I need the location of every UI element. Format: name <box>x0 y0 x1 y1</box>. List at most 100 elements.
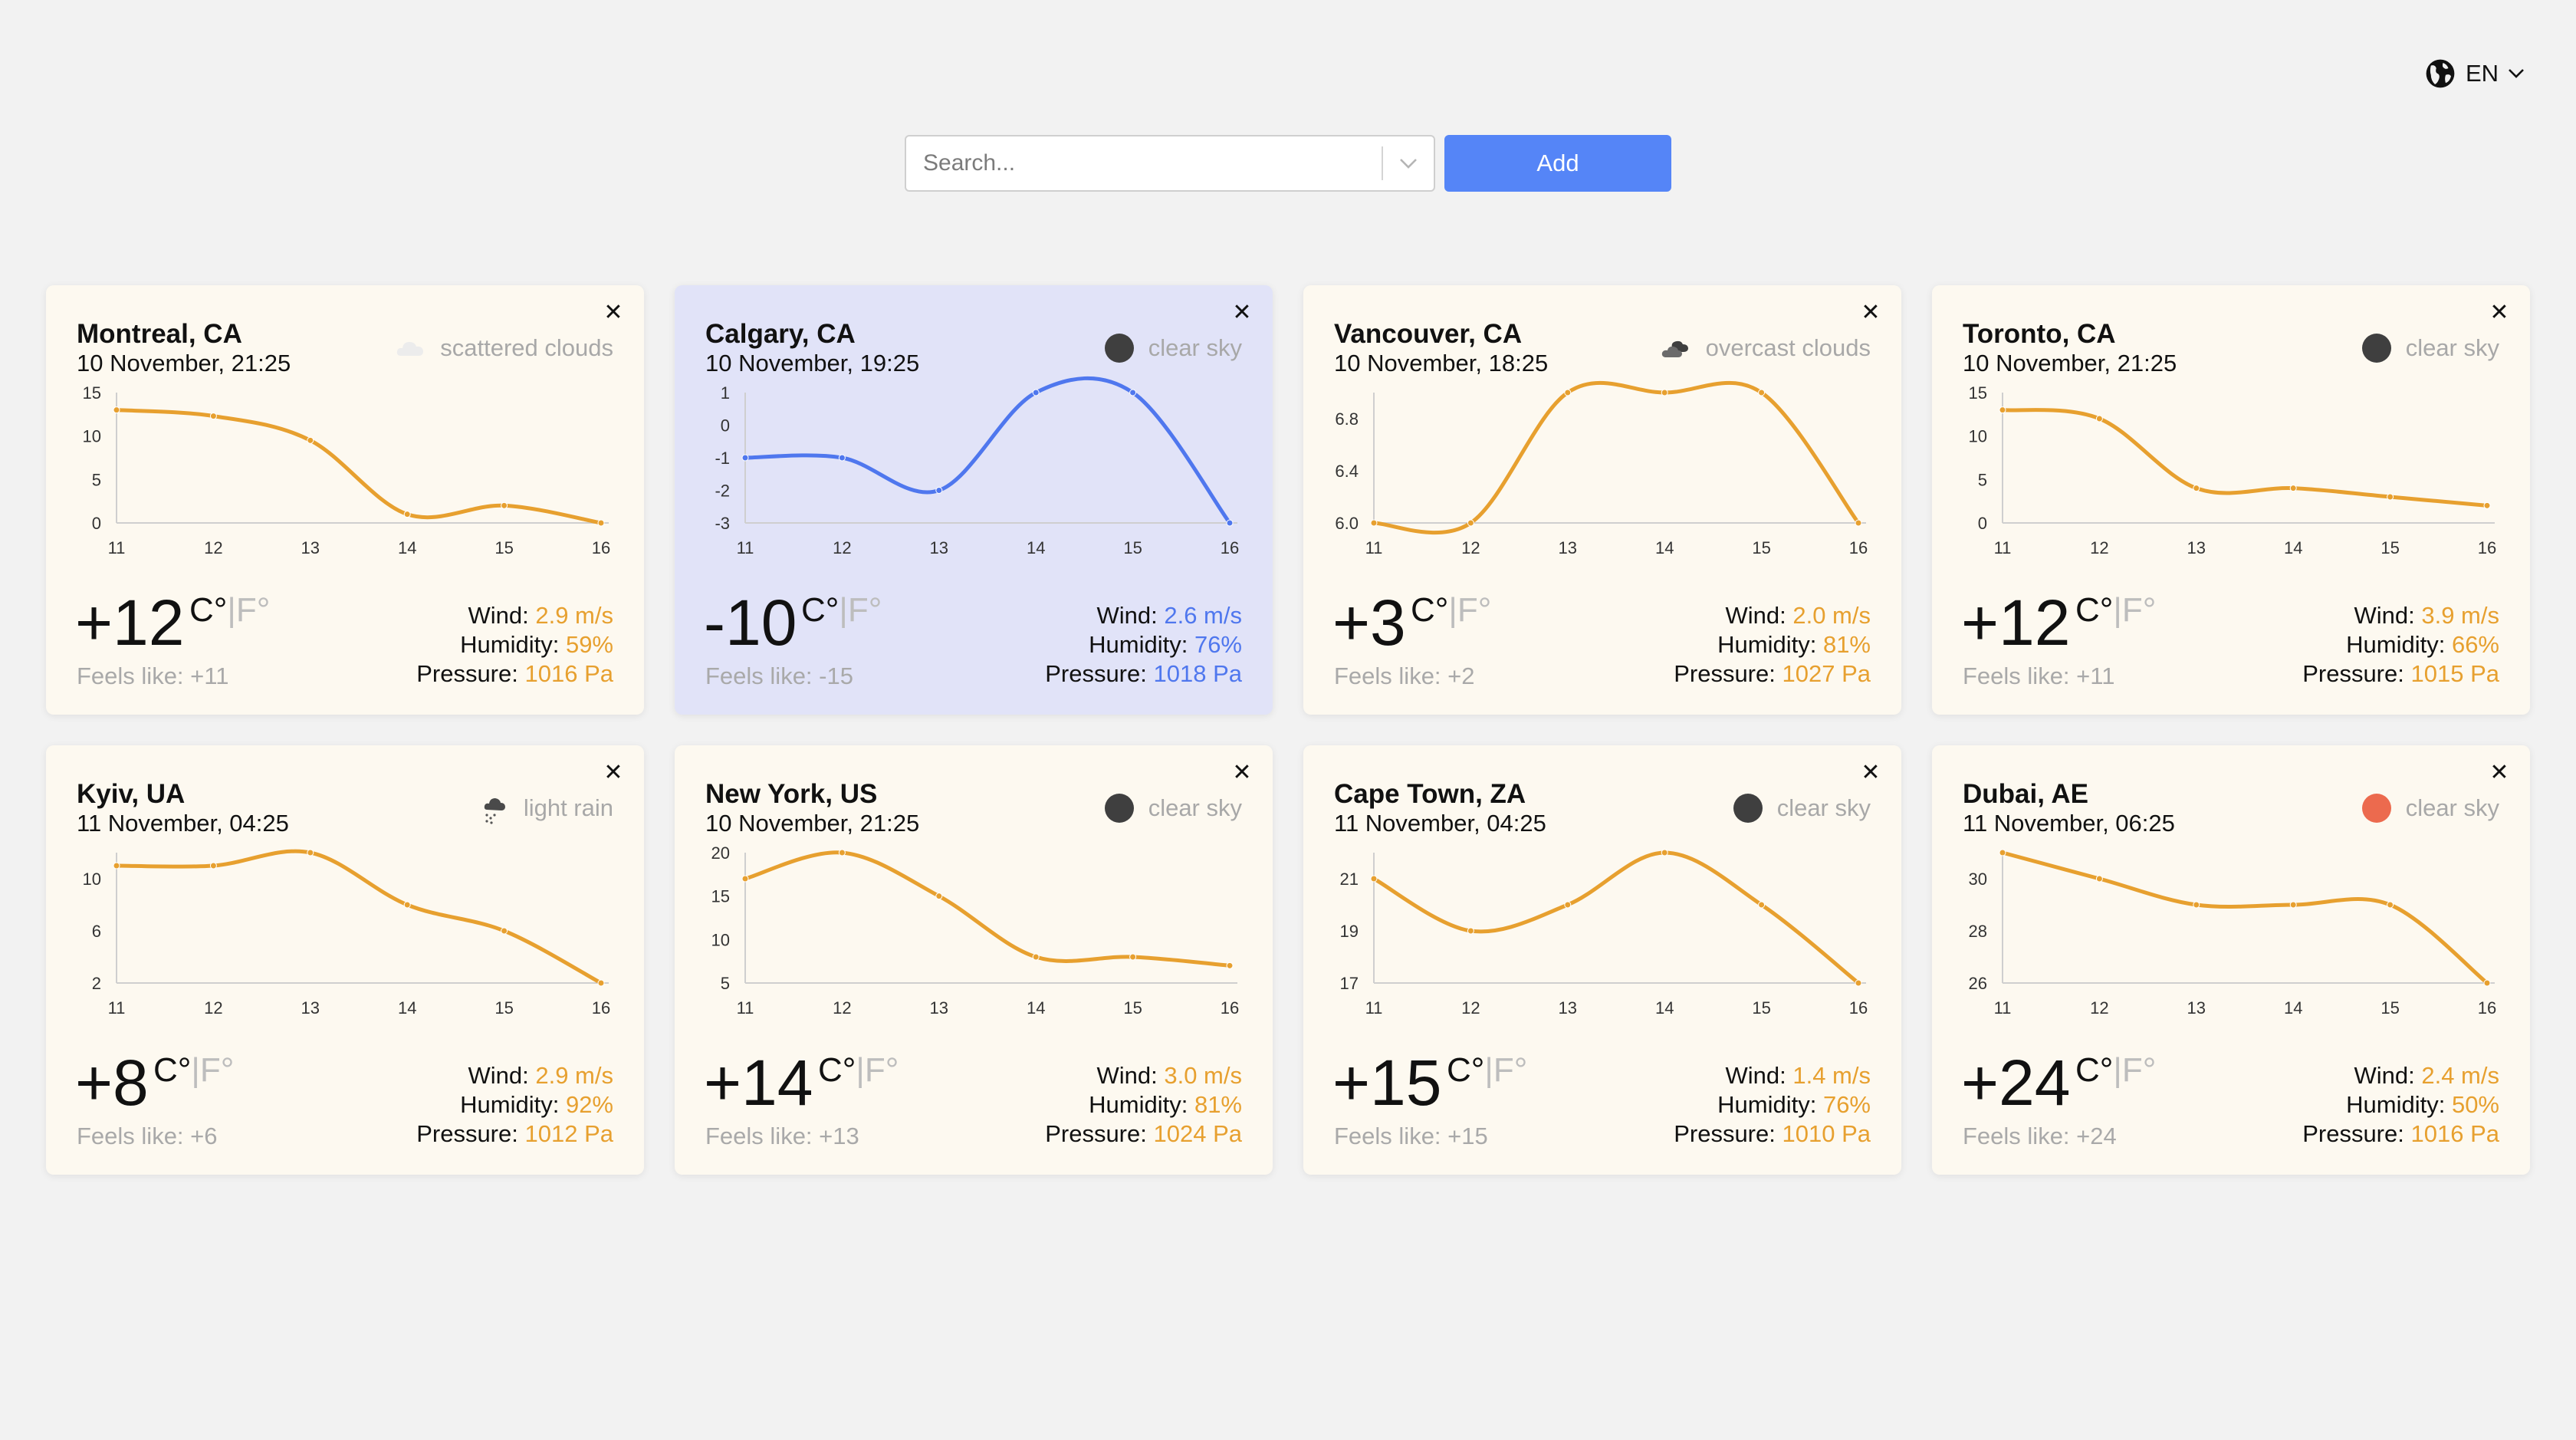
feels-like-label: Feels like: <box>77 1123 184 1149</box>
data-point <box>1661 389 1668 396</box>
fahrenheit-toggle[interactable]: F° <box>865 1054 899 1087</box>
pressure-value: 1018 Pa <box>1153 660 1243 687</box>
y-tick-label: 6.0 <box>1335 514 1359 533</box>
data-point <box>1564 389 1572 396</box>
y-tick-label: 5 <box>92 470 101 489</box>
fahrenheit-toggle[interactable]: F° <box>2122 593 2156 627</box>
pressure-label: Pressure: <box>1674 1120 1776 1147</box>
x-tick-label: 13 <box>930 538 948 557</box>
fahrenheit-toggle[interactable]: F° <box>200 1054 234 1087</box>
data-point <box>501 501 508 509</box>
weather-card-grid: ✕ Montreal, CA 10 November, 21:25 scattered… <box>46 285 2530 1175</box>
x-tick-label: 13 <box>2187 998 2206 1018</box>
unit-toggle: C° | F° <box>2075 1054 2156 1087</box>
x-tick-label: 13 <box>301 538 320 557</box>
humidity-row: Humidity: 92% <box>416 1090 613 1119</box>
language-switcher[interactable]: EN <box>2424 57 2525 90</box>
pressure-value: 1015 Pa <box>2410 660 2500 687</box>
data-point <box>1855 519 1862 527</box>
temperature-chart: 2 6 10 11 12 13 14 15 16 <box>83 849 610 1018</box>
weather-card: ✕ Vancouver, CA 10 November, 18:25 overcast… <box>1303 285 1901 715</box>
y-tick-label: 15 <box>1969 383 1987 403</box>
unit-separator: | <box>839 591 848 629</box>
data-point <box>2483 501 2491 509</box>
celsius-toggle[interactable]: C° <box>2075 1054 2113 1087</box>
celsius-toggle[interactable]: C° <box>189 593 227 627</box>
wind-value: 1.4 m/s <box>1792 1062 1871 1089</box>
temperature-chart: 17 19 21 11 12 13 14 15 16 <box>1340 849 1868 1018</box>
x-tick-label: 12 <box>833 538 851 557</box>
fahrenheit-toggle[interactable]: F° <box>848 593 882 627</box>
fahrenheit-toggle[interactable]: F° <box>1493 1054 1527 1087</box>
data-point <box>1129 953 1137 961</box>
wind-label: Wind: <box>1725 602 1786 629</box>
y-tick-label: 21 <box>1340 870 1359 889</box>
fahrenheit-toggle[interactable]: F° <box>2122 1054 2156 1087</box>
pressure-value: 1010 Pa <box>1782 1120 1871 1147</box>
humidity-row: Humidity: 59% <box>416 630 613 659</box>
data-point <box>1855 979 1862 987</box>
data-point <box>1661 849 1668 856</box>
current-temperature: +3 <box>1332 587 1406 659</box>
pressure-row: Pressure: 1018 Pa <box>1045 659 1242 689</box>
celsius-toggle[interactable]: C° <box>1411 593 1448 627</box>
temperature-chart: 5 10 15 20 11 12 13 14 15 16 <box>711 843 1240 1018</box>
humidity-row: Humidity: 76% <box>1674 1090 1871 1119</box>
feels-like-value: +11 <box>190 662 229 689</box>
feels-like-value: +2 <box>1447 662 1475 689</box>
celsius-toggle[interactable]: C° <box>1447 1054 1484 1087</box>
celsius-toggle[interactable]: C° <box>801 593 839 627</box>
weather-stats: Wind: 2.9 m/s Humidity: 59% Pressure: 1016… <box>416 601 613 689</box>
humidity-label: Humidity: <box>1717 1091 1817 1118</box>
feels-like-label: Feels like: <box>77 662 184 689</box>
data-point <box>403 511 411 518</box>
feels-like-label: Feels like: <box>705 1123 813 1149</box>
data-point <box>597 519 605 527</box>
wind-row: Wind: 2.9 m/s <box>416 601 613 630</box>
x-tick-label: 15 <box>495 998 513 1018</box>
temperature-chart: 0 5 10 15 11 12 13 14 15 16 <box>1969 383 2497 557</box>
fahrenheit-toggle[interactable]: F° <box>236 593 270 627</box>
data-point <box>501 927 508 935</box>
data-point <box>2095 875 2103 883</box>
y-tick-label: 5 <box>721 974 730 993</box>
unit-separator: | <box>1484 1051 1493 1089</box>
humidity-label: Humidity: <box>2346 631 2446 658</box>
humidity-label: Humidity: <box>1717 631 1817 658</box>
weather-stats: Wind: 1.4 m/s Humidity: 76% Pressure: 1010… <box>1674 1061 1871 1149</box>
data-point <box>1467 927 1474 935</box>
data-point <box>2095 415 2103 422</box>
humidity-label: Humidity: <box>1089 1091 1188 1118</box>
celsius-toggle[interactable]: C° <box>2075 593 2113 627</box>
unit-separator: | <box>2113 591 2122 629</box>
temperature-line <box>1372 850 1861 985</box>
temperature-line <box>2000 408 2489 508</box>
data-point <box>741 875 749 883</box>
x-tick-label: 16 <box>1221 998 1239 1018</box>
pressure-label: Pressure: <box>1045 660 1147 687</box>
x-tick-label: 13 <box>2187 538 2206 557</box>
humidity-row: Humidity: 81% <box>1674 630 1871 659</box>
fahrenheit-toggle[interactable]: F° <box>1457 593 1491 627</box>
x-tick-label: 14 <box>1027 538 1045 557</box>
feels-like-value: +6 <box>190 1123 218 1149</box>
data-point <box>403 901 411 909</box>
x-tick-label: 11 <box>737 998 754 1018</box>
add-city-button[interactable]: Add <box>1444 135 1671 192</box>
celsius-toggle[interactable]: C° <box>818 1054 856 1087</box>
temperature-line <box>743 376 1232 525</box>
weather-card: ✕ Calgary, CA 10 November, 19:25 clear sky -… <box>675 285 1273 715</box>
y-tick-label: -2 <box>715 482 730 501</box>
weather-stats: Wind: 2.9 m/s Humidity: 92% Pressure: 1012… <box>416 1061 613 1149</box>
humidity-value: 81% <box>1194 1091 1242 1118</box>
weather-card: ✕ Dubai, AE 11 November, 06:25 clear sky 26 2… <box>1932 745 2530 1175</box>
feels-like: Feels like: +24 <box>1963 1123 2117 1150</box>
current-temperature: +14 <box>704 1047 813 1119</box>
humidity-label: Humidity: <box>2346 1091 2446 1118</box>
search-input[interactable] <box>906 136 1382 190</box>
unit-toggle: C° | F° <box>153 1054 234 1087</box>
celsius-toggle[interactable]: C° <box>153 1054 191 1087</box>
search-dropdown-toggle[interactable] <box>1383 136 1434 190</box>
unit-toggle: C° | F° <box>1447 1054 1527 1087</box>
data-point <box>2193 485 2200 492</box>
